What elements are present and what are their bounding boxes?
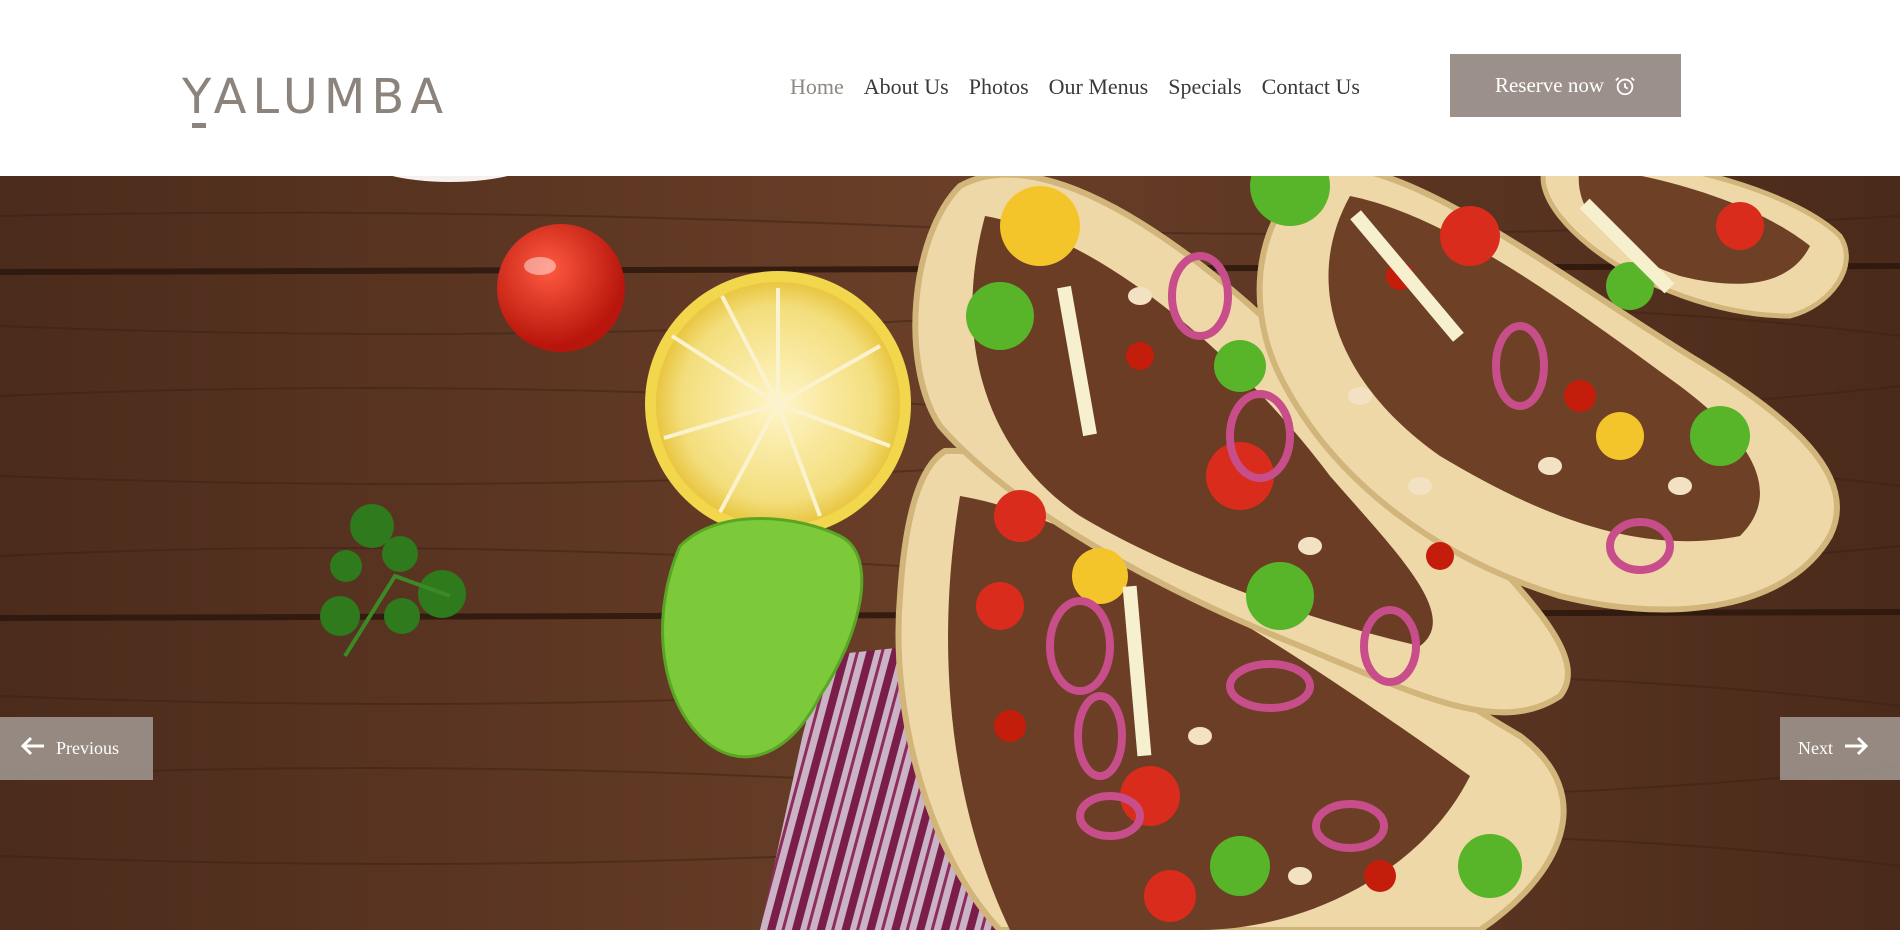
nav-item-photos[interactable]: Photos — [969, 74, 1029, 100]
site-header: YALUMBA Home About Us Photos Our Menus S… — [0, 0, 1900, 176]
nav-item-our-menus[interactable]: Our Menus — [1049, 74, 1149, 100]
slider-previous-button[interactable]: Previous — [0, 717, 153, 780]
reserve-now-button[interactable]: Reserve now — [1450, 54, 1681, 117]
nav-item-contact-us[interactable]: Contact Us — [1262, 74, 1360, 100]
arrow-right-icon — [1843, 735, 1869, 762]
hero-slider: Previous Next — [0, 176, 1900, 930]
alarm-clock-icon — [1614, 75, 1636, 97]
slider-next-label: Next — [1798, 738, 1833, 758]
hero-image-tacos — [0, 176, 1900, 930]
nav-item-specials[interactable]: Specials — [1168, 74, 1241, 100]
slider-next-button[interactable]: Next — [1780, 717, 1900, 780]
nav-item-home[interactable]: Home — [790, 74, 844, 100]
reserve-now-label: Reserve now — [1494, 73, 1605, 97]
logo-underline-mark — [192, 123, 206, 128]
slider-previous-label: Previous — [56, 738, 119, 758]
arrow-left-icon — [20, 735, 46, 762]
main-nav: Home About Us Photos Our Menus Specials … — [790, 74, 1360, 100]
logo-text: YALUMBA — [182, 69, 450, 125]
site-logo[interactable]: YALUMBA — [182, 62, 449, 132]
nav-item-about-us[interactable]: About Us — [864, 74, 949, 100]
